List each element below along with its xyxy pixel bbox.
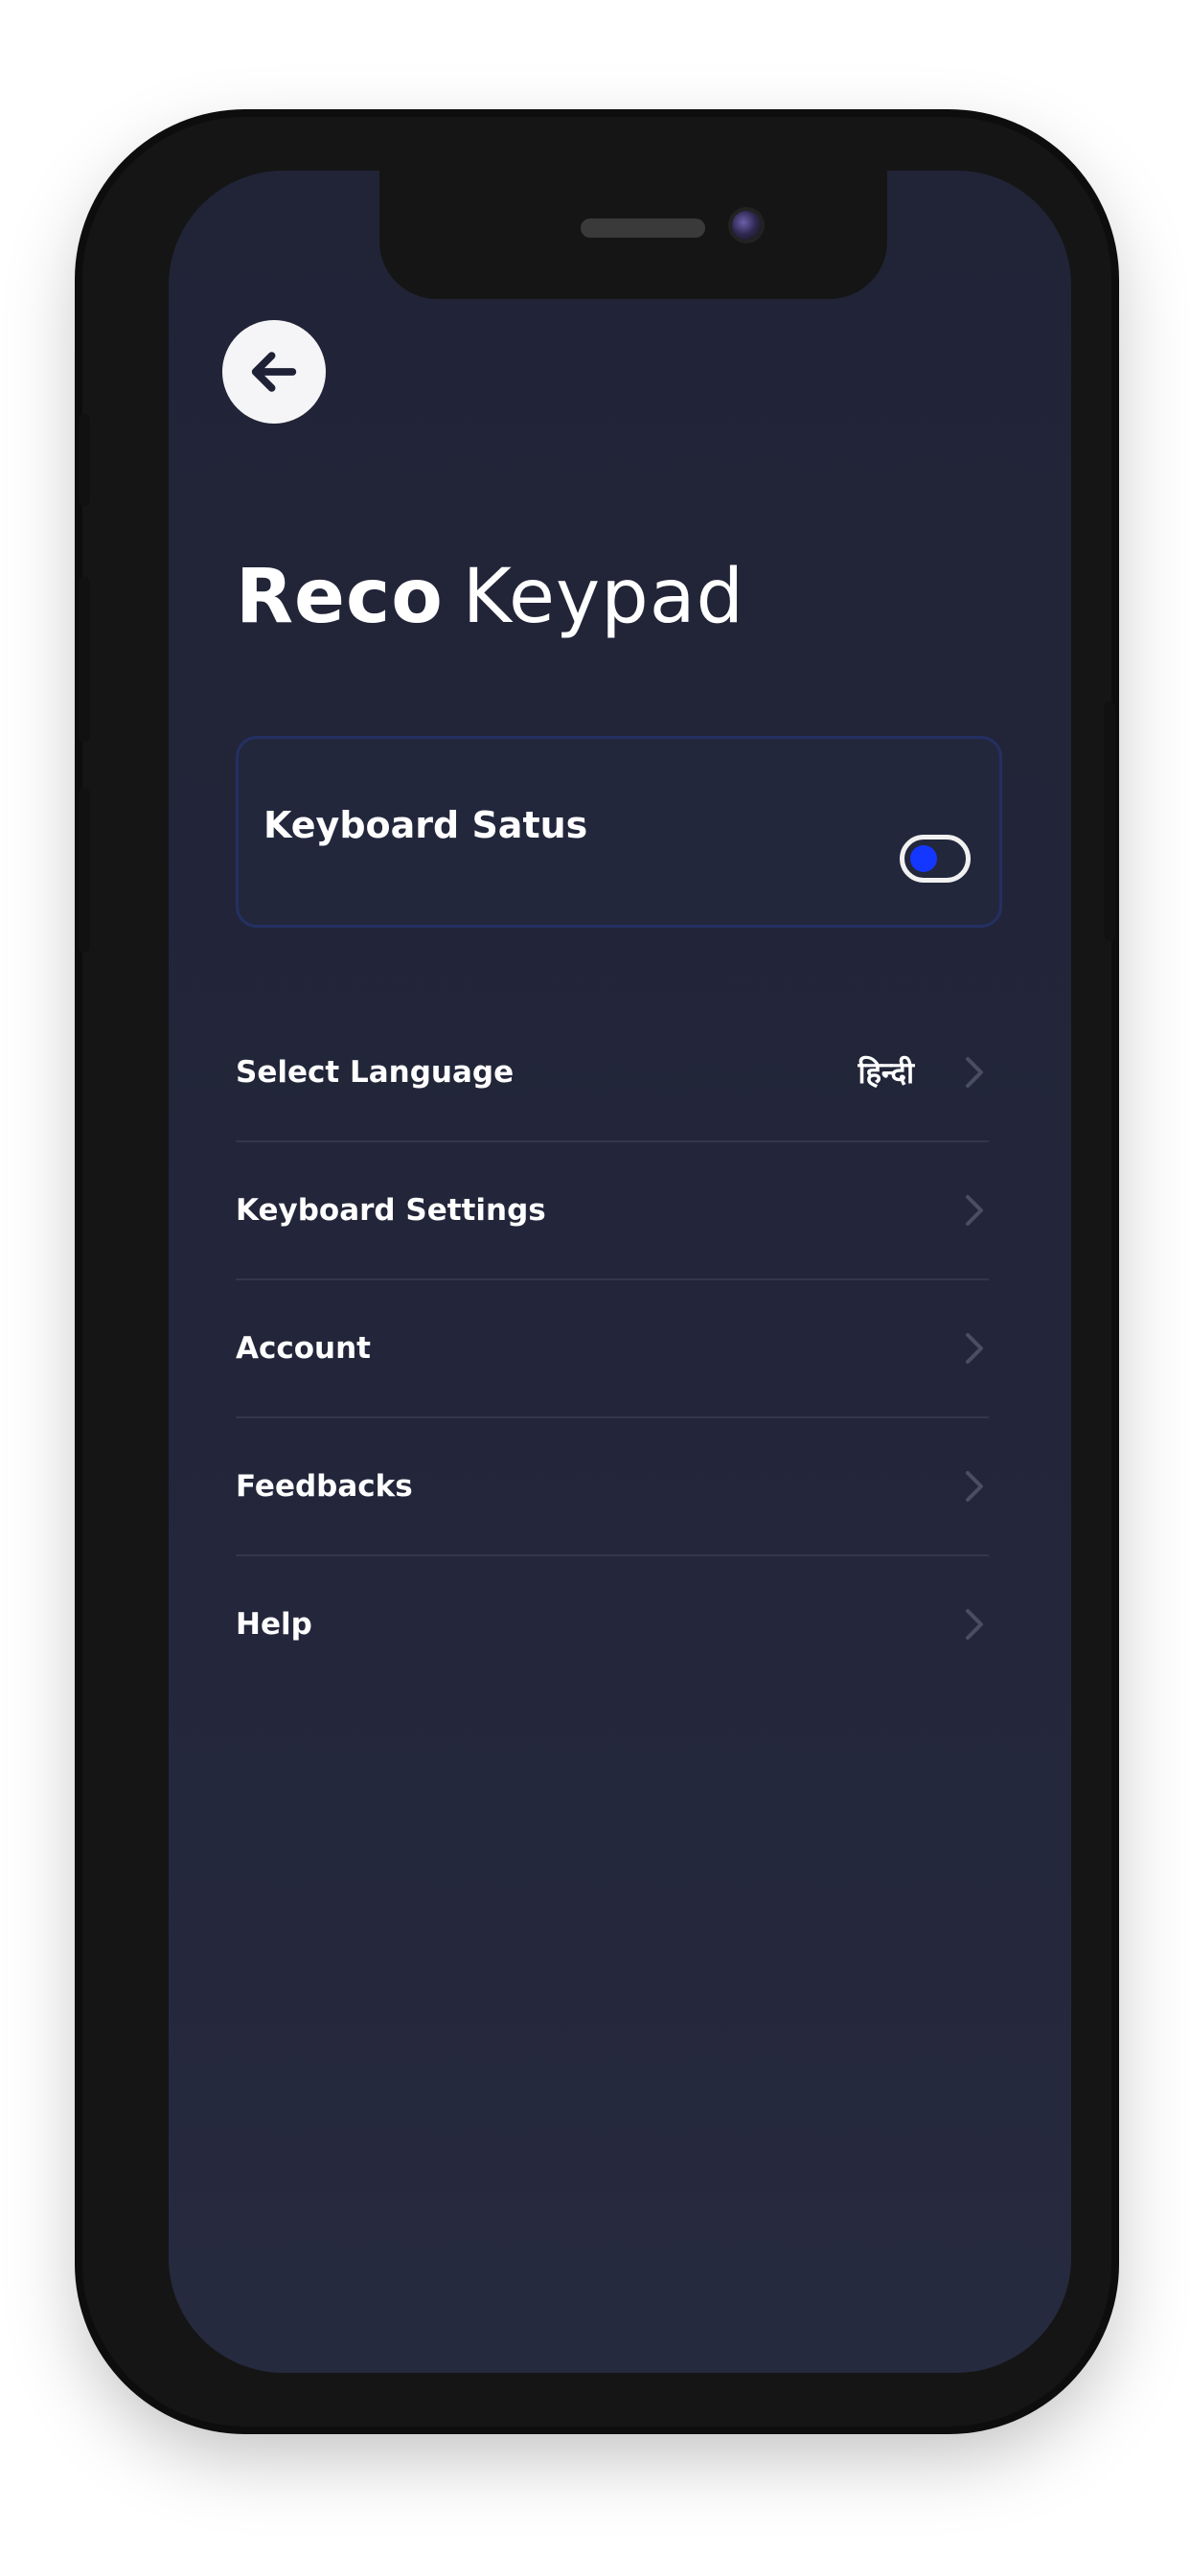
app-screen: Reco Keypad Keyboard Satus Select Languag… xyxy=(169,171,1071,2373)
menu-item-label: Account xyxy=(236,1331,371,1366)
power-button xyxy=(1104,702,1115,941)
front-camera xyxy=(732,211,761,240)
menu-item-label: Select Language xyxy=(236,1055,515,1090)
menu-item-keyboard-settings[interactable]: Keyboard Settings xyxy=(236,1142,989,1280)
chevron-right-icon xyxy=(966,1195,983,1226)
menu-item-help[interactable]: Help xyxy=(236,1556,989,1692)
keyboard-status-card: Keyboard Satus xyxy=(236,736,1002,928)
menu-item-label: Feedbacks xyxy=(236,1469,413,1504)
notch xyxy=(379,171,887,299)
menu-item-label: Help xyxy=(236,1607,312,1642)
menu-item-label: Keyboard Settings xyxy=(236,1193,546,1228)
chevron-right-icon xyxy=(966,1333,983,1364)
chevron-right-icon xyxy=(966,1609,983,1640)
silent-switch xyxy=(79,414,90,506)
arrow-left-icon xyxy=(251,352,297,392)
title-bold: Reco xyxy=(236,554,444,640)
speaker-grille xyxy=(581,218,705,238)
menu-item-select-language[interactable]: Select Language हिन्दी xyxy=(236,1004,989,1142)
selected-language-value: हिन्दी xyxy=(858,1056,914,1091)
chevron-right-icon xyxy=(966,1057,983,1088)
back-button[interactable] xyxy=(222,320,326,424)
menu-item-account[interactable]: Account xyxy=(236,1280,989,1418)
volume-up-button xyxy=(79,577,90,742)
title-light: Keypad xyxy=(462,554,745,640)
page-title: Reco Keypad xyxy=(236,554,744,640)
volume-down-button xyxy=(79,788,90,953)
phone-frame: Reco Keypad Keyboard Satus Select Languag… xyxy=(79,117,1115,2426)
toggle-knob xyxy=(910,845,937,872)
keyboard-status-toggle[interactable] xyxy=(900,835,971,883)
settings-menu: Select Language हिन्दी Keyboard Settings… xyxy=(236,1004,989,1692)
chevron-right-icon xyxy=(966,1471,983,1502)
menu-item-feedbacks[interactable]: Feedbacks xyxy=(236,1418,989,1556)
keyboard-status-label: Keyboard Satus xyxy=(263,804,588,846)
